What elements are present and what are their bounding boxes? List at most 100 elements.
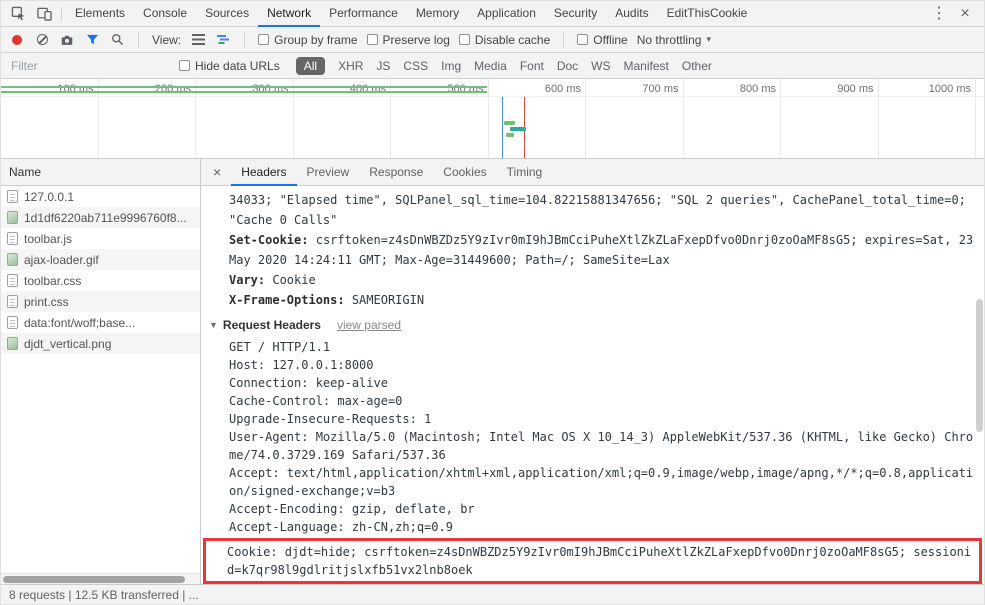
tab-console[interactable]: Console: [134, 1, 196, 27]
type-filter-all[interactable]: All: [295, 56, 326, 75]
tab-audits[interactable]: Audits: [606, 1, 657, 27]
request-row-ajax-loader.gif[interactable]: ajax-loader.gif: [1, 249, 200, 270]
tab-response[interactable]: Response: [359, 159, 433, 186]
type-filter-font[interactable]: Font: [520, 59, 544, 73]
cookie-header-line: Cookie: djdt=hide; csrftoken=z4sDnWBZDz5…: [227, 545, 972, 577]
divider: [563, 32, 565, 47]
request-row-127.0.0.1[interactable]: 127.0.0.1: [1, 186, 200, 207]
type-filter-doc[interactable]: Doc: [557, 59, 578, 73]
close-details-icon[interactable]: ×: [201, 164, 231, 180]
script-file-icon: [7, 232, 18, 245]
response-header-set-cookie: Set-Cookie: csrftoken=z4sDnWBZDz5Y9zIvr0…: [229, 230, 974, 270]
scrollbar-thumb[interactable]: [976, 299, 983, 433]
devtools-window: Elements Console Sources Network Perform…: [0, 0, 985, 605]
capture-screenshots-icon[interactable]: [59, 32, 75, 48]
overview-request-bar: [506, 133, 515, 137]
overview-request-bar: [510, 127, 527, 131]
hide-data-urls-label: Hide data URLs: [195, 58, 280, 73]
clear-network-log-button[interactable]: [34, 32, 50, 48]
request-row-toolbar.css[interactable]: toolbar.css: [1, 270, 200, 291]
request-name: toolbar.js: [24, 231, 73, 246]
tabbar-right-controls: ⋮ ×: [926, 1, 984, 26]
response-header-x-frame-options: X-Frame-Options: SAMEORIGIN: [229, 290, 974, 310]
record-network-log-button[interactable]: [9, 32, 25, 48]
raw-request-line: Connection: keep-alive: [229, 376, 388, 390]
font-file-icon: [7, 316, 18, 329]
tab-preview[interactable]: Preview: [297, 159, 360, 186]
vertical-scrollbar[interactable]: [976, 190, 983, 581]
resource-type-filters: All XHR JS CSS Img Media Font Doc WS Man…: [295, 56, 712, 75]
request-row-djdt_vertical.png[interactable]: djdt_vertical.png: [1, 333, 200, 354]
tab-cookies[interactable]: Cookies: [433, 159, 496, 186]
horizontal-scrollbar[interactable]: [1, 573, 200, 584]
disclosure-triangle-icon[interactable]: ▼: [209, 320, 218, 330]
network-summary-text: 8 requests | 12.5 KB transferred | ...: [9, 587, 199, 602]
request-headers-section-header: ▼ Request Headers view parsed: [209, 318, 974, 332]
network-filter-bar: Hide data URLs All XHR JS CSS Img Media …: [1, 53, 984, 79]
header-name: Vary:: [229, 273, 266, 287]
throttling-dropdown[interactable]: No throttling ▾: [637, 33, 711, 47]
tab-network[interactable]: Network: [258, 1, 320, 27]
raw-request-line: Accept-Language: zh-CN,zh;q=0.9: [229, 520, 453, 534]
tab-security[interactable]: Security: [545, 1, 606, 27]
request-row-data-font-woff[interactable]: data:font/woff;base...: [1, 312, 200, 333]
tab-headers[interactable]: Headers: [231, 159, 296, 186]
image-file-icon: [7, 253, 18, 266]
image-file-icon: [7, 211, 18, 224]
close-devtools-icon[interactable]: ×: [952, 1, 978, 26]
type-filter-xhr[interactable]: XHR: [338, 59, 363, 73]
disable-cache-checkbox[interactable]: Disable cache: [458, 33, 550, 47]
tab-elements[interactable]: Elements: [66, 1, 134, 27]
type-filter-manifest[interactable]: Manifest: [624, 59, 669, 73]
preserve-log-checkbox[interactable]: Preserve log: [366, 33, 450, 47]
filter-input[interactable]: [9, 57, 169, 74]
type-filter-other[interactable]: Other: [682, 59, 712, 73]
group-by-frame-checkbox[interactable]: Group by frame: [258, 33, 358, 47]
header-name: X-Frame-Options:: [229, 293, 345, 307]
inspect-element-icon[interactable]: [5, 1, 31, 26]
header-value: SAMEORIGIN: [351, 293, 425, 307]
request-name: 127.0.0.1: [24, 189, 75, 204]
request-row-toolbar.js[interactable]: toolbar.js: [1, 228, 200, 249]
overview-request-bar: [1, 86, 487, 88]
tab-sources[interactable]: Sources: [196, 1, 258, 27]
more-options-icon[interactable]: ⋮: [926, 1, 952, 26]
request-row-1d1df6220ab711e9996760f8[interactable]: 1d1df6220ab711e9996760f8...: [1, 207, 200, 228]
raw-request-line: GET / HTTP/1.1: [229, 340, 331, 354]
request-row-print.css[interactable]: print.css: [1, 291, 200, 312]
scrollbar-thumb[interactable]: [3, 576, 185, 583]
checkbox-icon: [366, 34, 378, 45]
divider: [61, 6, 62, 21]
large-request-rows-icon[interactable]: [190, 32, 206, 48]
tab-memory[interactable]: Memory: [407, 1, 468, 27]
timeline-tick-label: 900 ms: [837, 83, 874, 95]
checkbox-icon: [577, 34, 589, 45]
type-filter-css[interactable]: CSS: [403, 59, 428, 73]
hide-data-urls-checkbox[interactable]: Hide data URLs: [179, 59, 280, 73]
tab-application[interactable]: Application: [468, 1, 545, 27]
offline-checkbox[interactable]: Offline: [577, 33, 628, 47]
type-filter-js[interactable]: JS: [376, 59, 390, 73]
request-name: toolbar.css: [24, 273, 82, 288]
type-filter-img[interactable]: Img: [441, 59, 461, 73]
raw-request-line: Cache-Control: max-age=0: [229, 394, 403, 408]
search-icon[interactable]: [109, 32, 125, 48]
tab-performance[interactable]: Performance: [320, 1, 407, 27]
devtools-tabbar: Elements Console Sources Network Perform…: [1, 1, 984, 27]
response-header-overflow-text: 34033; "Elapsed time", SQLPanel_sql_time…: [229, 193, 974, 227]
device-toolbar-icon[interactable]: [31, 1, 57, 26]
details-tabbar: × Headers Preview Response Cookies Timin…: [201, 159, 984, 186]
checkbox-icon: [458, 34, 470, 45]
show-overview-icon[interactable]: [215, 32, 231, 48]
view-parsed-link[interactable]: view parsed: [337, 318, 401, 332]
throttling-value: No throttling: [636, 32, 702, 47]
type-filter-ws[interactable]: WS: [591, 59, 610, 73]
type-filter-media[interactable]: Media: [474, 59, 507, 73]
tab-editthiscookie[interactable]: EditThisCookie: [658, 1, 757, 27]
timeline-overview[interactable]: 100 ms 200 ms 300 ms 400 ms 500 ms 600 m…: [1, 79, 984, 159]
tab-timing[interactable]: Timing: [497, 159, 553, 186]
name-column-header[interactable]: Name: [1, 159, 200, 186]
filter-icon[interactable]: [84, 32, 100, 48]
timeline-tick-label: 800 ms: [739, 83, 776, 95]
timeline-gridline: 900 ms: [781, 79, 879, 158]
